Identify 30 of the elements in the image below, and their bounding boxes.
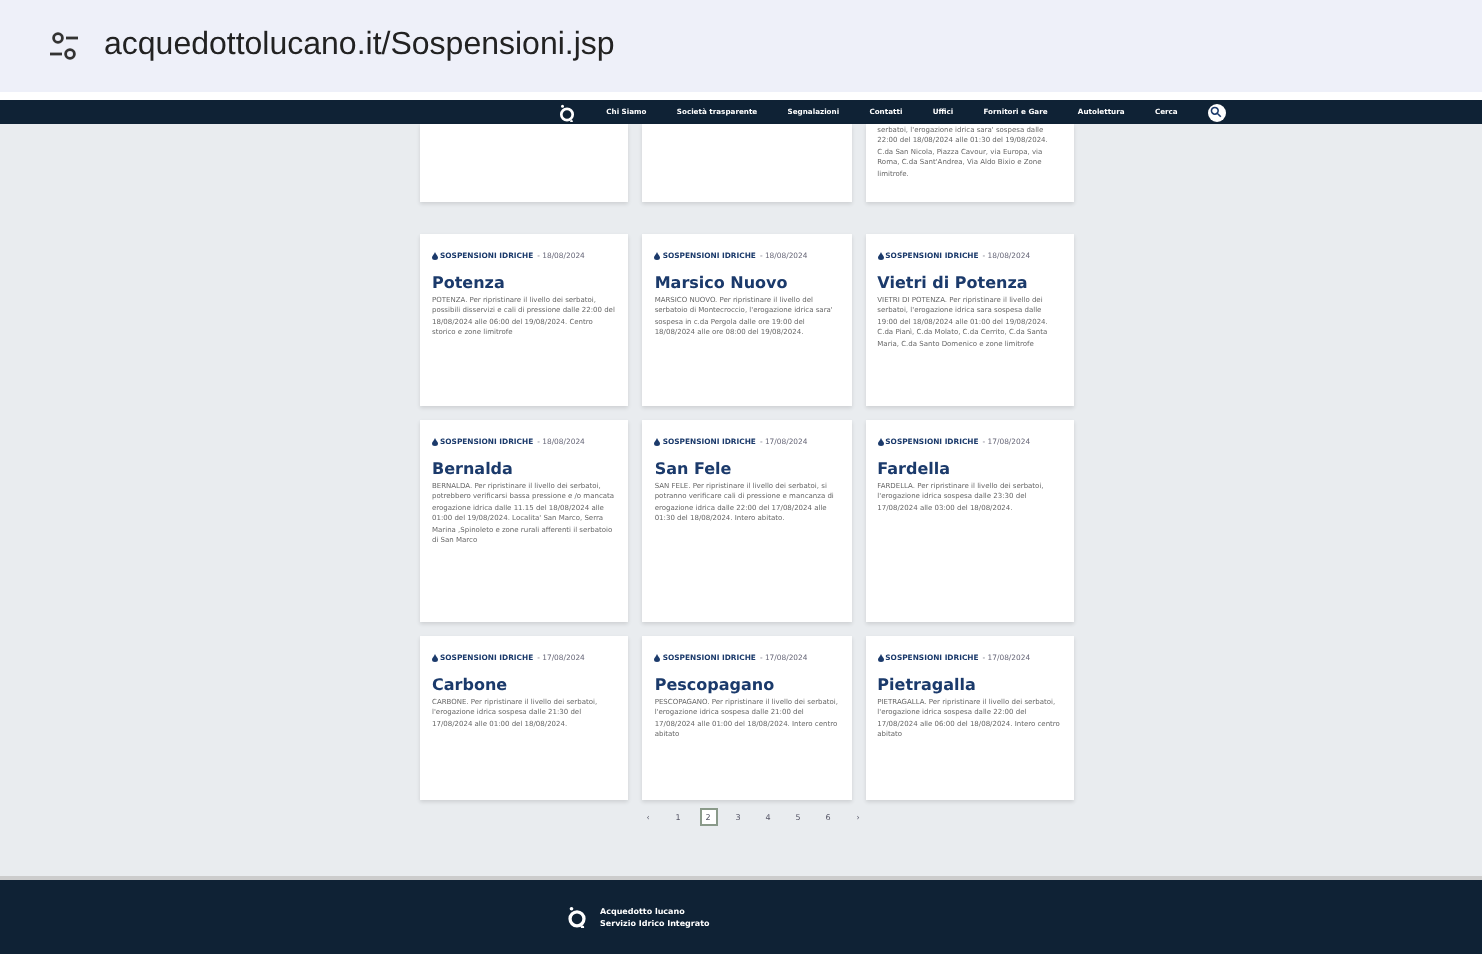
card-title[interactable]: Carbone: [432, 676, 617, 694]
drop-icon: [654, 654, 661, 662]
drop-icon: [877, 438, 884, 446]
site-settings-icon[interactable]: [48, 30, 80, 62]
drop-icon: [877, 252, 884, 260]
drop-icon: [654, 438, 661, 446]
card-title[interactable]: Marsico Nuovo: [654, 274, 840, 292]
card-title[interactable]: Bernalda: [432, 460, 617, 478]
card-title[interactable]: Pescopagano: [654, 676, 840, 694]
search-icon[interactable]: [1207, 103, 1226, 121]
news-card[interactable]: [865, 636, 1074, 800]
card-title[interactable]: San Fele: [654, 460, 840, 478]
news-card[interactable]: [642, 636, 852, 800]
news-card[interactable]: [642, 420, 852, 622]
logo-icon: [566, 906, 588, 928]
drop-icon: [654, 252, 661, 260]
drop-icon: [877, 654, 884, 662]
card-title[interactable]: Pietragalla: [877, 676, 1062, 694]
card-title[interactable]: Potenza: [432, 274, 617, 292]
news-card[interactable]: [642, 234, 852, 406]
drop-icon: [432, 252, 438, 260]
news-card[interactable]: [865, 234, 1074, 406]
news-card[interactable]: [420, 420, 629, 622]
card-title[interactable]: Vietri di Potenza: [877, 274, 1062, 292]
logo-icon[interactable]: [558, 103, 576, 121]
url-text[interactable]: acquedottolucano.it/Sospensioni.jsp: [104, 28, 615, 64]
drop-icon: [432, 438, 438, 446]
drop-icon: [432, 654, 438, 662]
card-title[interactable]: Fardella: [877, 460, 1062, 478]
news-card[interactable]: [420, 234, 629, 406]
